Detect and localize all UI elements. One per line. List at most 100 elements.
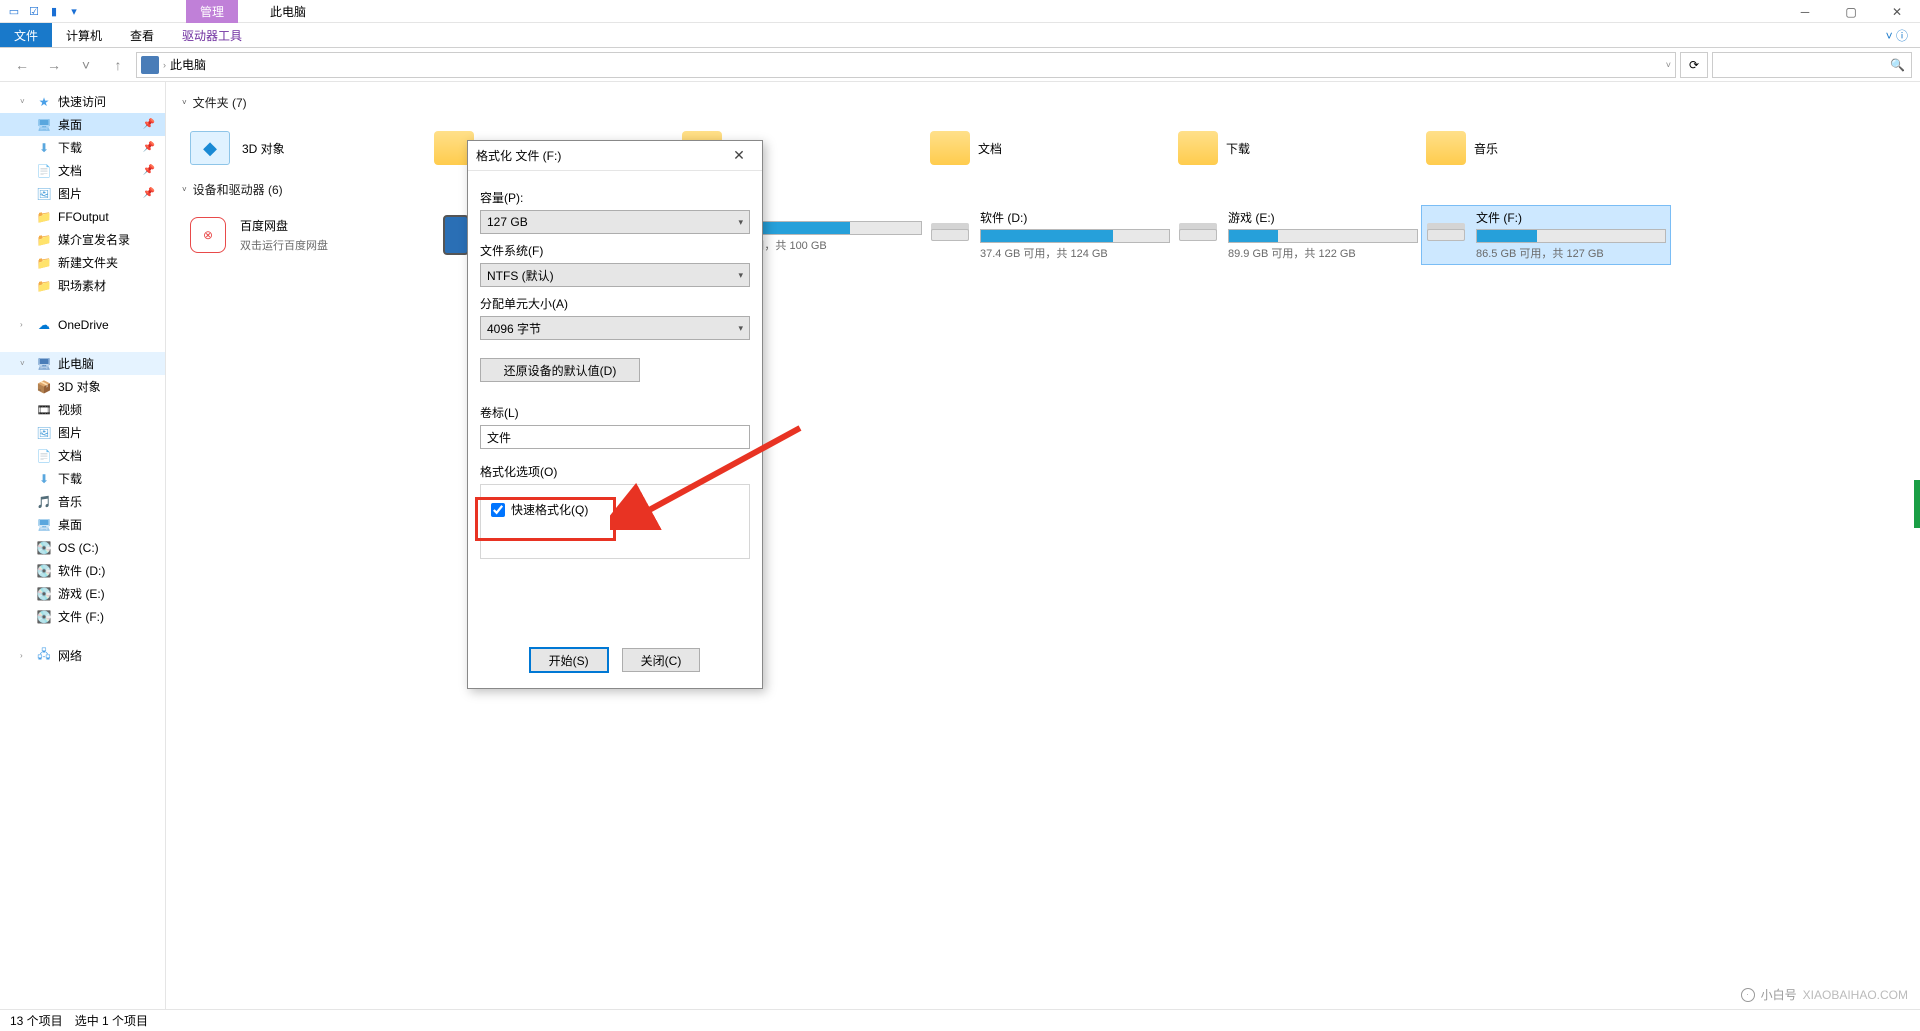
sidebar-desktop2[interactable]: 🖥桌面 — [0, 513, 165, 536]
drive-baidu[interactable]: ⊗ 百度网盘双击运行百度网盘 — [182, 206, 430, 264]
sidebar-game-e[interactable]: 💽游戏 (E:) — [0, 582, 165, 605]
format-dialog: 格式化 文件 (F:) ✕ 容量(P): 127 GB▾ 文件系统(F) NTF… — [467, 140, 763, 689]
pin-icon: 📌 — [143, 165, 155, 176]
disk-icon: 💽 — [36, 540, 52, 556]
sidebar-onedrive[interactable]: ›☁OneDrive — [0, 313, 165, 336]
address-dropdown-icon[interactable]: ˅ — [1666, 60, 1671, 70]
app-icon: ▭ — [6, 3, 22, 19]
sidebar-downloads2[interactable]: ⬇下载 — [0, 467, 165, 490]
search-box[interactable]: 🔍 — [1712, 52, 1912, 78]
pin-icon: 📌 — [143, 119, 155, 130]
dialog-close-button[interactable]: ✕ — [724, 147, 754, 164]
desktop-icon: 🖥 — [36, 517, 52, 533]
watermark: · 小白号 XIAOBAIHAO.COM — [1741, 986, 1908, 1003]
forward-button[interactable]: → — [40, 51, 68, 79]
start-button[interactable]: 开始(S) — [530, 648, 608, 672]
allocation-select[interactable]: 4096 字节▾ — [480, 316, 750, 340]
address-bar: ← → ˅ ↑ › 此电脑 ˅ ⟳ 🔍 — [0, 48, 1920, 82]
address-box[interactable]: › 此电脑 ˅ — [136, 52, 1676, 78]
3d-icon: 📦 — [36, 379, 52, 395]
chevron-down-icon: ▾ — [738, 323, 743, 334]
disk-icon: 💽 — [36, 563, 52, 579]
qat-separator: ▮ — [46, 3, 62, 19]
onedrive-icon: ☁ — [36, 317, 52, 333]
sidebar-documents2[interactable]: 📄文档 — [0, 444, 165, 467]
download-icon: ⬇ — [36, 471, 52, 487]
drive-d[interactable]: 软件 (D:)37.4 GB 可用，共 124 GB — [926, 206, 1174, 264]
folder-documents[interactable]: 文档 — [926, 119, 1174, 177]
restore-defaults-button[interactable]: 还原设备的默认值(D) — [480, 358, 640, 382]
tab-file[interactable]: 文件 — [0, 23, 52, 47]
folder-downloads[interactable]: 下载 — [1174, 119, 1422, 177]
group-devices[interactable]: ˅设备和驱动器 (6) — [182, 181, 1904, 198]
qat-checkbox-icon[interactable]: ☑ — [26, 3, 42, 19]
folder-music[interactable]: 音乐 — [1422, 119, 1670, 177]
sidebar-pictures[interactable]: 🖼图片📌 — [0, 182, 165, 205]
capacity-select[interactable]: 127 GB▾ — [480, 210, 750, 234]
close-dialog-button[interactable]: 关闭(C) — [622, 648, 701, 672]
close-button[interactable]: ✕ — [1874, 0, 1920, 23]
chevron-down-icon: ▾ — [738, 270, 743, 281]
back-button[interactable]: ← — [8, 51, 36, 79]
tab-computer[interactable]: 计算机 — [52, 23, 116, 47]
options-group: 快速格式化(Q) — [480, 484, 750, 559]
sidebar-3d-objects[interactable]: 📦3D 对象 — [0, 375, 165, 398]
address-text: 此电脑 — [170, 56, 206, 73]
sidebar-desktop[interactable]: 🖥桌面📌 — [0, 113, 165, 136]
quick-format-checkbox[interactable]: 快速格式化(Q) — [491, 501, 739, 518]
minimize-button[interactable]: ─ — [1782, 0, 1828, 23]
sidebar-music[interactable]: 🎵音乐 — [0, 490, 165, 513]
desktop-icon: 🖥 — [36, 117, 52, 133]
folder-3d-objects[interactable]: ◆3D 对象 — [182, 119, 430, 177]
maximize-button[interactable]: ▢ — [1828, 0, 1874, 23]
sidebar-videos[interactable]: 🎞视频 — [0, 398, 165, 421]
disk-icon — [1426, 215, 1466, 255]
drive-f[interactable]: 文件 (F:)86.5 GB 可用，共 127 GB — [1422, 206, 1670, 264]
ribbon-expand-icon[interactable]: ˅ ⓘ — [1886, 23, 1920, 47]
disk-icon — [930, 215, 970, 255]
folder-icon: 📁 — [36, 232, 52, 248]
sidebar-career[interactable]: 📁职场素材 — [0, 274, 165, 297]
folder-icon: 📁 — [36, 278, 52, 294]
sidebar-network[interactable]: ›🖧网络 — [0, 644, 165, 667]
status-selected: 选中 1 个项目 — [75, 1012, 148, 1029]
options-label: 格式化选项(O) — [480, 463, 750, 480]
sidebar-this-pc[interactable]: ˅🖥此电脑 — [0, 352, 165, 375]
ribbon-context-title: 管理 — [186, 0, 238, 23]
sidebar-newfolder[interactable]: 📁新建文件夹 — [0, 251, 165, 274]
refresh-button[interactable]: ⟳ — [1680, 52, 1708, 78]
recent-dropdown[interactable]: ˅ — [72, 51, 100, 79]
sidebar-soft-d[interactable]: 💽软件 (D:) — [0, 559, 165, 582]
star-icon: ★ — [36, 94, 52, 110]
sidebar-quick-access[interactable]: ˅★快速访问 — [0, 90, 165, 113]
baidu-icon: ⊗ — [186, 215, 230, 255]
drive-e[interactable]: 游戏 (E:)89.9 GB 可用，共 122 GB — [1174, 206, 1422, 264]
picture-icon: 🖼 — [36, 425, 52, 441]
sidebar: ˅★快速访问 🖥桌面📌 ⬇下载📌 📄文档📌 🖼图片📌 📁FFOutput 📁媒介… — [0, 82, 166, 1009]
quick-format-input[interactable] — [491, 503, 505, 517]
tab-drive-tools[interactable]: 驱动器工具 — [168, 23, 256, 47]
document-icon: 📄 — [36, 163, 52, 179]
qat-dropdown-icon[interactable]: ▾ — [66, 3, 82, 19]
up-button[interactable]: ↑ — [104, 51, 132, 79]
sidebar-ffoutput[interactable]: 📁FFOutput — [0, 205, 165, 228]
disk-icon: 💽 — [36, 586, 52, 602]
pc-icon: 🖥 — [36, 356, 52, 372]
filesystem-select[interactable]: NTFS (默认)▾ — [480, 263, 750, 287]
sidebar-downloads[interactable]: ⬇下载📌 — [0, 136, 165, 159]
folder-icon — [1426, 131, 1466, 165]
tab-view[interactable]: 查看 — [116, 23, 168, 47]
sidebar-file-f[interactable]: 💽文件 (F:) — [0, 605, 165, 628]
sidebar-documents[interactable]: 📄文档📌 — [0, 159, 165, 182]
title-bar: ▭ ☑ ▮ ▾ 管理 此电脑 ─ ▢ ✕ — [0, 0, 1920, 23]
scrollbar-marker — [1914, 480, 1920, 528]
sidebar-media[interactable]: 📁媒介宣发名录 — [0, 228, 165, 251]
group-folders[interactable]: ˅文件夹 (7) — [182, 94, 1904, 111]
sidebar-pictures2[interactable]: 🖼图片 — [0, 421, 165, 444]
quick-access-toolbar: ▭ ☑ ▮ ▾ — [0, 3, 82, 19]
status-bar: 13 个项目 选中 1 个项目 — [0, 1009, 1920, 1031]
video-icon: 🎞 — [36, 402, 52, 418]
sidebar-os-c[interactable]: 💽OS (C:) — [0, 536, 165, 559]
volume-input[interactable] — [480, 425, 750, 449]
network-icon: 🖧 — [36, 648, 52, 664]
